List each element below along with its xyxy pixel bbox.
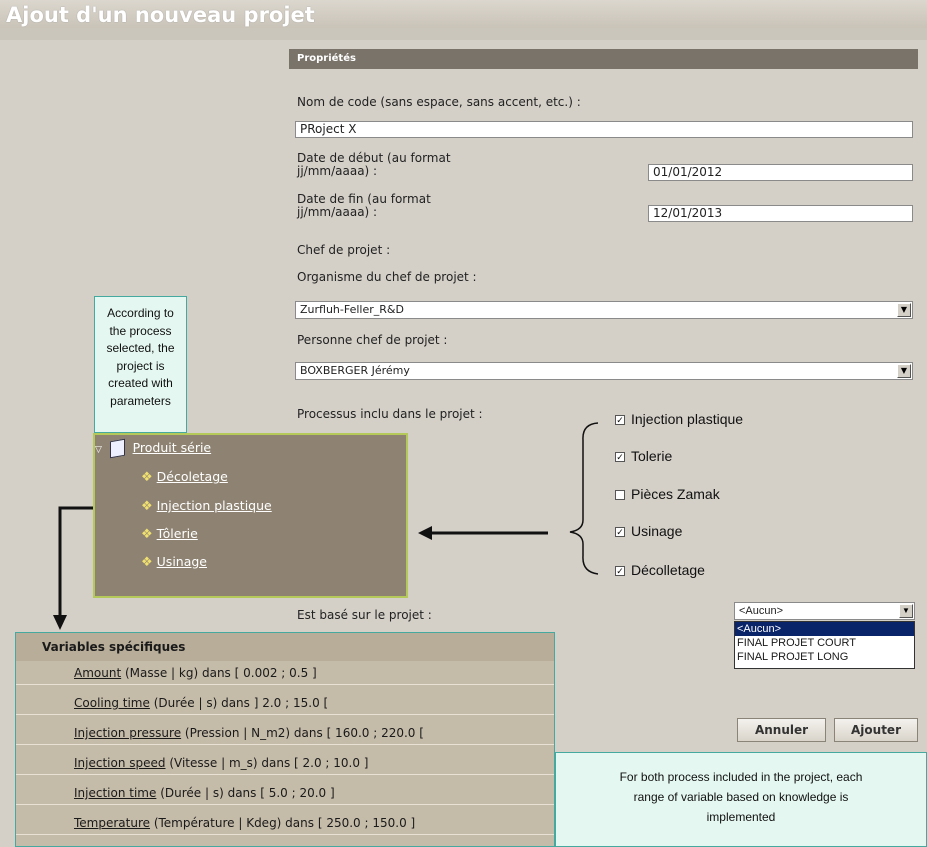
variable-name-link[interactable]: Cooling time — [74, 696, 150, 710]
variable-desc: (Pression | N_m2) dans [ 160.0 ; 220.0 [ — [181, 726, 424, 740]
chevron-down-icon[interactable]: ▼ — [899, 604, 913, 618]
variable-desc: (Masse | kg) dans [ 0.002 ; 0.5 ] — [121, 666, 317, 680]
variable-desc: (Température | Kdeg) dans [ 250.0 ; 150.… — [150, 816, 416, 830]
callout-line: For both process included in the project… — [619, 770, 863, 784]
cancel-button[interactable]: Annuler — [737, 718, 826, 742]
callout-variable-ranges: For both process included in the project… — [555, 752, 927, 847]
based-on-select[interactable]: <Aucun> ▼ — [734, 602, 915, 620]
curly-brace — [569, 422, 599, 575]
tree-child-link[interactable]: Tôlerie — [157, 526, 198, 541]
based-on-select-value: <Aucun> — [739, 605, 784, 617]
callout-line: implemented — [706, 810, 776, 824]
callout-line: range of variable based on knowledge is — [633, 790, 849, 804]
tree-child-link[interactable]: Décoletage — [157, 469, 228, 484]
variable-row: Amount (Masse | kg) dans [ 0.002 ; 0.5 ] — [16, 661, 554, 685]
variable-row: Injection time (Durée | s) dans [ 5.0 ; … — [16, 781, 554, 805]
based-on-dropdown-list: <Aucun> FINAL PROJET COURT FINAL PROJET … — [734, 621, 915, 669]
variable-row: Temperature (Température | Kdeg) dans [ … — [16, 811, 554, 835]
arrow-to-tree-head — [418, 526, 432, 540]
tree-child[interactable]: ❖ Usinage — [141, 554, 207, 570]
variable-desc: (Durée | s) dans [ 5.0 ; 20.0 ] — [156, 786, 335, 800]
callout-line: parameters — [110, 393, 171, 408]
tree-child-link[interactable]: Injection plastique — [157, 498, 272, 513]
arrow-to-variables-head — [53, 615, 67, 630]
tree-root-link[interactable]: Produit série — [133, 440, 212, 455]
callout-line: project is — [116, 358, 165, 373]
tree-child-link[interactable]: Usinage — [157, 554, 207, 569]
callout-line: the process — [109, 323, 172, 338]
dropdown-option[interactable]: FINAL PROJET LONG — [735, 650, 914, 664]
variable-desc: (Vitesse | m_s) dans [ 2.0 ; 10.0 ] — [165, 756, 369, 770]
variable-row: Injection pressure (Pression | N_m2) dan… — [16, 721, 554, 745]
expand-triangle-icon[interactable]: ▽ — [95, 445, 102, 455]
process-tree: ▽ Produit série ❖ Décoletage ❖ Injection p… — [93, 433, 408, 598]
based-on-label: Est basé sur le projet : — [297, 608, 432, 622]
tree-child[interactable]: ❖ Décoletage — [141, 469, 228, 485]
puzzle-icon: ❖ — [141, 555, 153, 570]
tree-child[interactable]: ❖ Injection plastique — [141, 498, 272, 514]
variable-name-link[interactable]: Temperature — [74, 816, 150, 830]
variable-name-link[interactable]: Injection speed — [74, 756, 166, 770]
variable-name-link[interactable]: Amount — [74, 666, 121, 680]
puzzle-icon: ❖ — [141, 470, 153, 485]
add-button[interactable]: Ajouter — [834, 718, 918, 742]
variable-row: Injection speed (Vitesse | m_s) dans [ 2… — [16, 751, 554, 775]
dropdown-option[interactable]: <Aucun> — [735, 622, 914, 636]
variables-panel: Variables spécifiques Amount (Masse | kg… — [15, 632, 555, 847]
tree-child[interactable]: ❖ Tôlerie — [141, 526, 198, 542]
variable-name-link[interactable]: Injection pressure — [74, 726, 181, 740]
callout-line: According to — [107, 306, 174, 320]
puzzle-icon: ❖ — [141, 499, 153, 514]
callout-line: created with — [108, 376, 173, 390]
dropdown-option[interactable]: FINAL PROJET COURT — [735, 636, 914, 650]
callout-line: selected, the — [106, 341, 175, 355]
variable-row: Cooling time (Durée | s) dans ] 2.0 ; 15… — [16, 691, 554, 715]
callout-process-parameters: According to the process selected, the p… — [94, 296, 187, 433]
variable-name-link[interactable]: Injection time — [74, 786, 156, 800]
variable-desc: (Durée | s) dans ] 2.0 ; 15.0 [ — [149, 696, 329, 710]
folder-icon — [109, 438, 125, 459]
variables-header: Variables spécifiques — [16, 633, 554, 661]
puzzle-icon: ❖ — [141, 527, 153, 542]
tree-root[interactable]: ▽ Produit série — [95, 438, 212, 459]
